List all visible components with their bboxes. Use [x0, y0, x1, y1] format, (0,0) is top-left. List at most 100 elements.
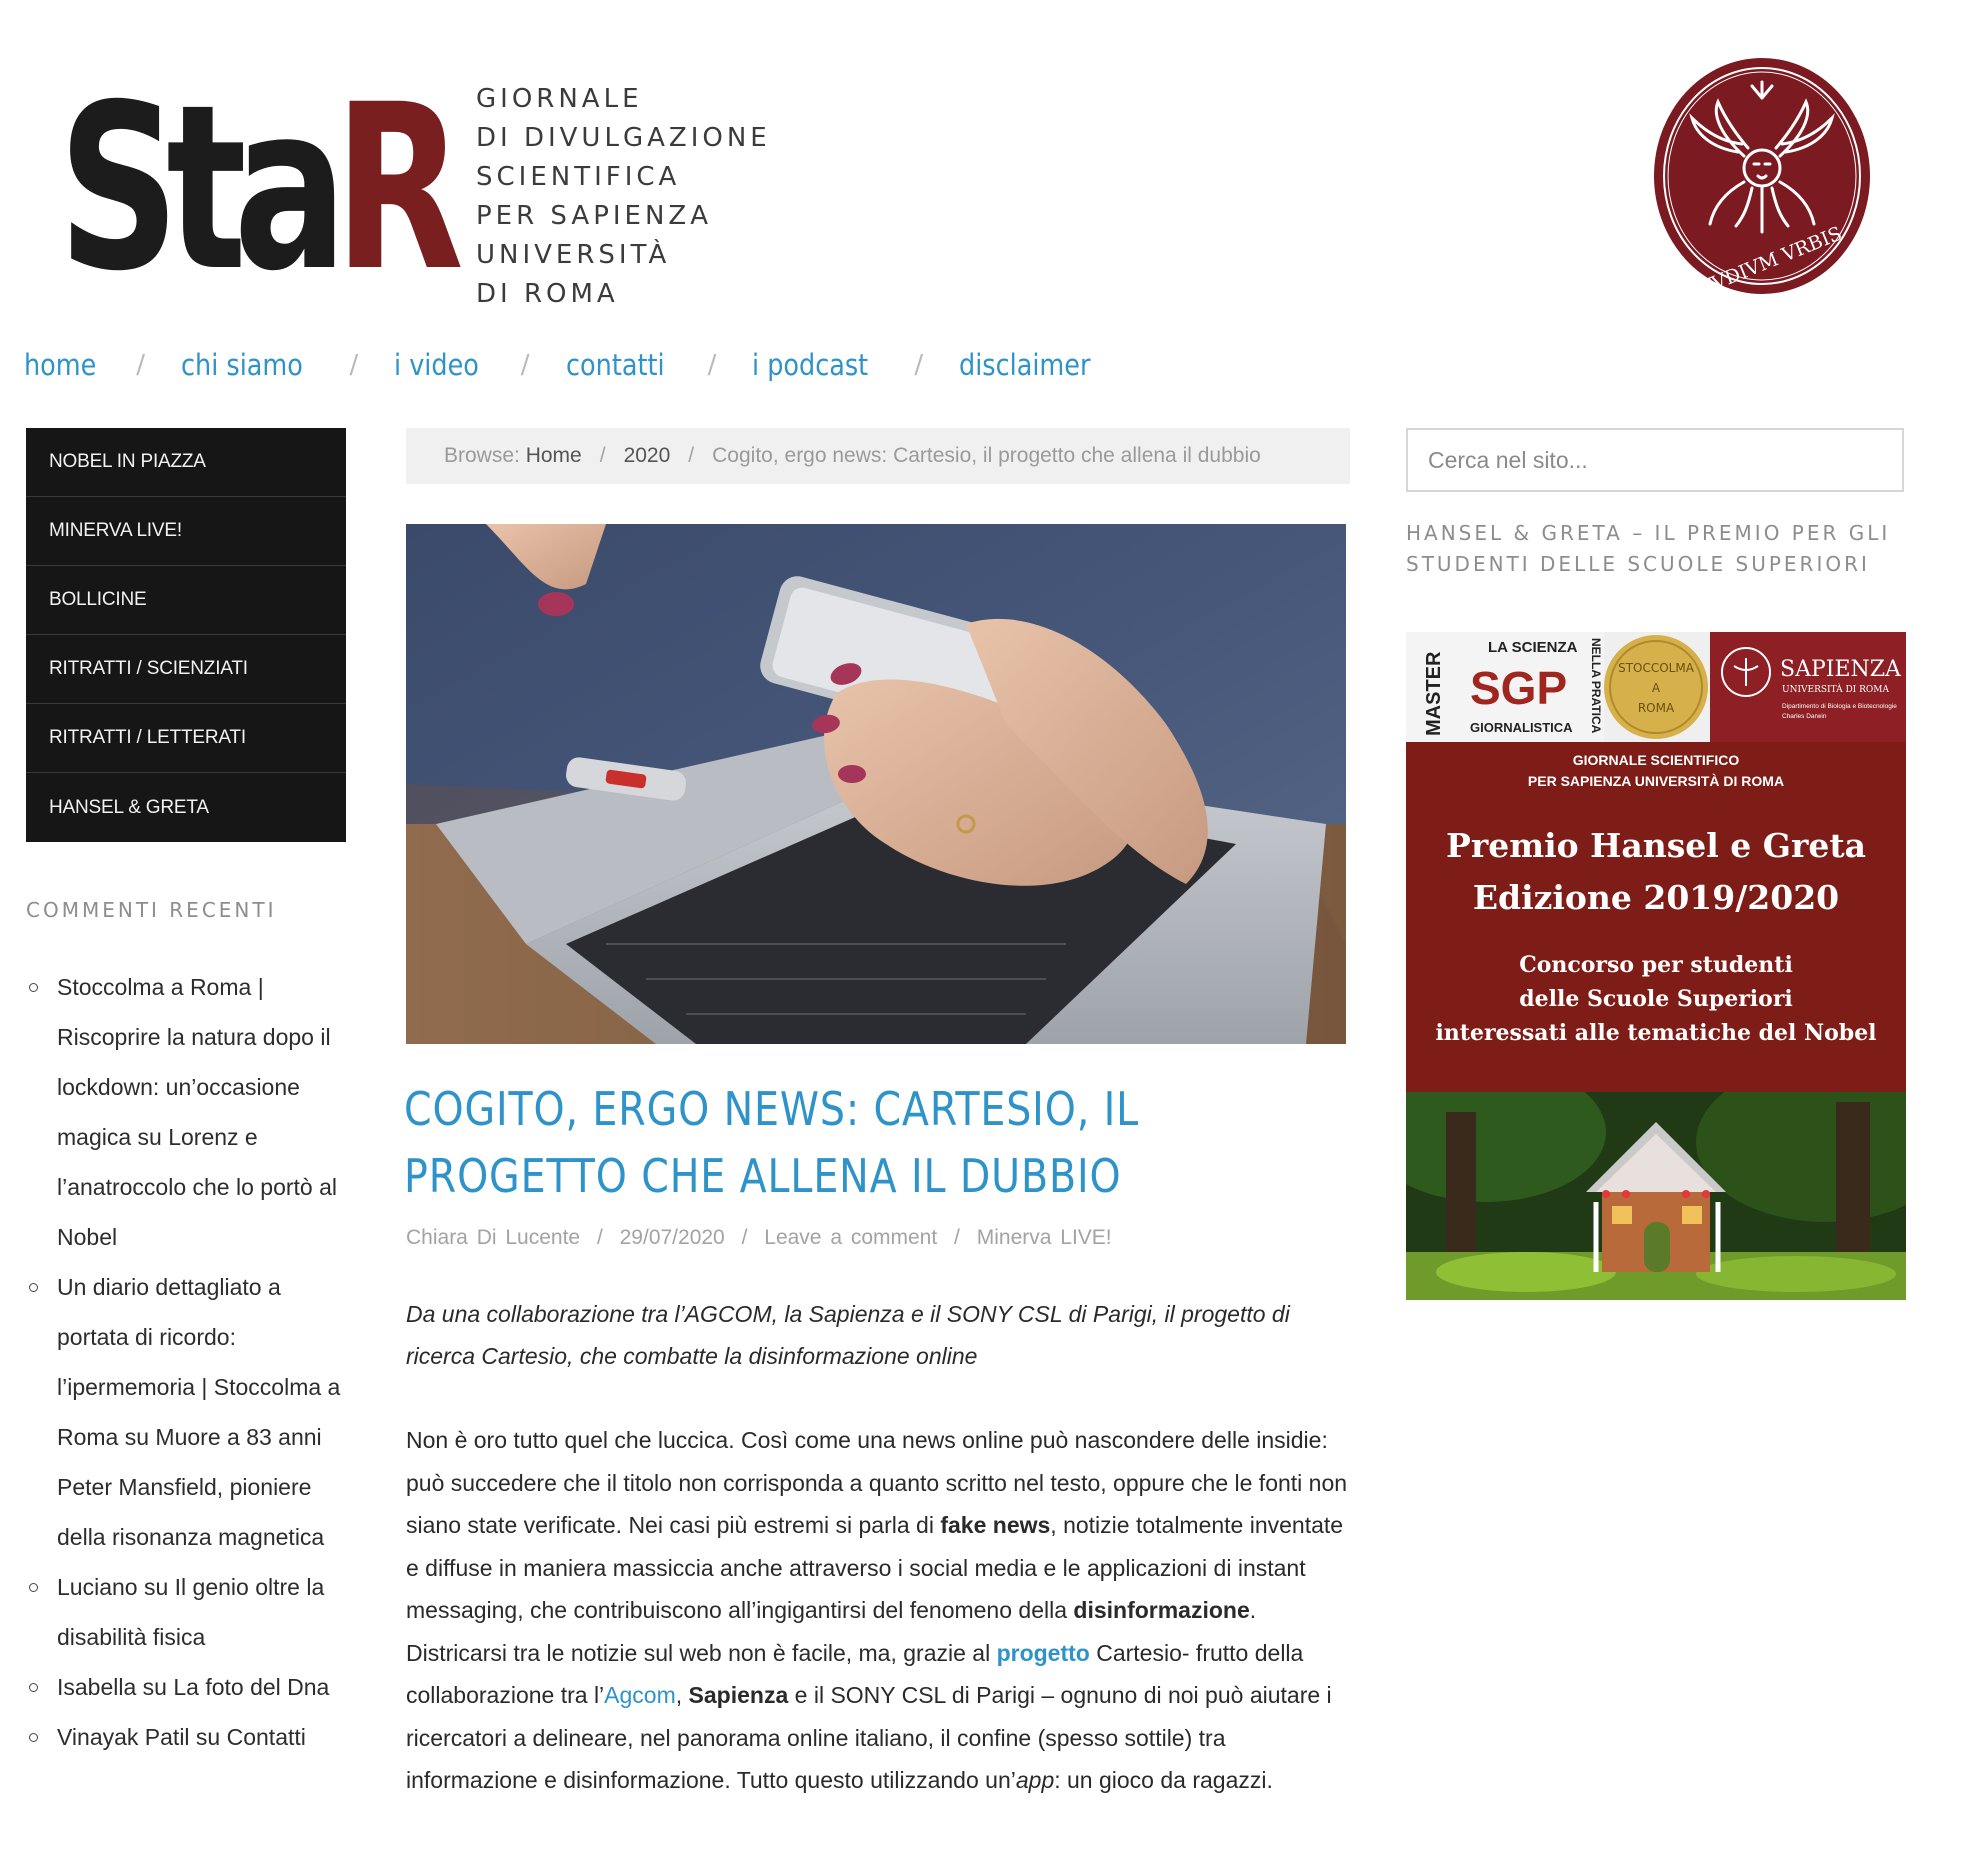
bullet-icon [29, 1733, 38, 1742]
breadcrumb-separator: / [599, 444, 606, 467]
meta-separator: / [954, 1226, 960, 1249]
site-logo[interactable]: StaR [58, 68, 464, 308]
banner-medal-line1: STOCCOLMA [1618, 661, 1695, 675]
article-category-link[interactable]: Minerva LIVE! [977, 1226, 1112, 1249]
banner-giornale-line2: PER SAPIENZA UNIVERSITÀ DI ROMA [1527, 773, 1785, 789]
category-menu: NOBEL IN PIAZZA MINERVA LIVE! BOLLICINE … [26, 428, 346, 842]
bullet-icon [29, 983, 38, 992]
nav-separator: / [136, 350, 145, 380]
main-navigation: home / chi siamo / i video / contatti / … [24, 340, 1109, 390]
article-date[interactable]: 29/07/2020 [620, 1226, 725, 1249]
recent-comment-text[interactable]: Un diario dettagliato a portata di ricor… [57, 1274, 340, 1550]
nav-chi-siamo[interactable]: chi siamo [181, 348, 303, 382]
tagline-line: DI DIVULGAZIONE [476, 123, 771, 153]
category-item-minerva-live[interactable]: MINERVA LIVE! [26, 497, 346, 566]
banner-title-line2: Edizione 2019/2020 [1472, 878, 1840, 917]
category-item-bollicine[interactable]: BOLLICINE [26, 566, 346, 635]
recent-comment-text[interactable]: Luciano su Il genio oltre la disabilità … [57, 1574, 324, 1650]
hansel-greta-banner[interactable]: MASTER LA SCIENZA SGP GIORNALISTICA NELL… [1406, 632, 1906, 1300]
logo-wordmark: StaR [58, 68, 464, 308]
site-search-input[interactable] [1406, 428, 1904, 492]
banner-la-scienza-label: LA SCIENZA [1488, 639, 1578, 656]
banner-sgp-label: SGP [1470, 662, 1567, 714]
banner-giornale-line1: GIORNALE SCIENTIFICO [1572, 752, 1740, 768]
body-italic-app: app [1015, 1767, 1055, 1793]
logo-last-letter: R [334, 55, 464, 321]
recent-comments-list: Stoccolma a Roma | Riscoprire la natura … [26, 962, 348, 1762]
recent-comment-text[interactable]: Vinayak Patil su Contatti [57, 1724, 306, 1750]
article-title-text: COGITO, ERGO NEWS: CARTESIO, IL PROGETTO… [404, 1082, 1140, 1203]
banner-caption-line2: delle Scuole Superiori [1519, 986, 1793, 1012]
bullet-icon [29, 1683, 38, 1692]
tagline-line: GIORNALE [476, 84, 643, 114]
body-bold-fake-news: fake news [940, 1512, 1051, 1538]
banner-sapienza-dept2: Charles Darwin [1782, 713, 1827, 720]
progetto-link[interactable]: progetto [997, 1640, 1090, 1666]
nav-home[interactable]: home [24, 348, 96, 382]
banner-giornalistica-label: GIORNALISTICA [1470, 720, 1573, 735]
recent-comment-item[interactable]: Stoccolma a Roma | Riscoprire la natura … [26, 962, 348, 1262]
nav-disclaimer[interactable]: disclaimer [959, 348, 1090, 382]
banner-caption-line3: interessati alle tematiche del Nobel [1435, 1020, 1877, 1046]
hansel-greta-widget-title: HANSEL & GRETA – IL PREMIO PER GLI STUDE… [1406, 521, 1891, 576]
meta-separator: / [596, 1226, 603, 1249]
body-text: : un gioco da ragazzi. [1054, 1767, 1273, 1793]
banner-logos: MASTER LA SCIENZA SGP GIORNALISTICA NELL… [1406, 632, 1906, 742]
body-text: , [675, 1682, 689, 1708]
article-hero-image [406, 524, 1346, 1044]
logo-letters: Sta [58, 55, 347, 321]
recent-comment-text[interactable]: Isabella su La foto del Dna [57, 1674, 329, 1700]
bullet-icon [29, 1283, 38, 1292]
site-tagline: GIORNALE DI DIVULGAZIONE SCIENTIFICA PER… [476, 80, 771, 314]
tagline-line: SCIENTIFICA [476, 162, 681, 192]
category-item-ritratti-letterati[interactable]: RITRATTI / LETTERATI [26, 704, 346, 773]
banner-gingerbread-house-illustration [1406, 1092, 1906, 1300]
body-bold-sapienza: Sapienza [688, 1682, 789, 1708]
meta-separator: / [741, 1226, 748, 1249]
tagline-line: PER SAPIENZA [476, 201, 713, 231]
tagline-line: DI ROMA [476, 279, 619, 309]
breadcrumb-year-link[interactable]: 2020 [624, 444, 671, 468]
breadcrumb-separator: / [688, 444, 695, 467]
category-item-nobel-in-piazza[interactable]: NOBEL IN PIAZZA [26, 428, 346, 497]
article-title: COGITO, ERGO NEWS: CARTESIO, IL PROGETTO… [404, 1076, 1212, 1210]
nav-separator: / [707, 350, 717, 380]
breadcrumb-current: Cogito, ergo news: Cartesio, il progetto… [712, 444, 1261, 467]
banner-caption-line1: Concorso per studenti [1519, 952, 1793, 978]
recent-comment-text[interactable]: Stoccolma a Roma | Riscoprire la natura … [57, 974, 337, 1250]
article-meta: Chiara Di Lucente / 29/07/2020 / Leave a… [406, 1226, 1112, 1250]
recent-comment-item[interactable]: Luciano su Il genio oltre la disabilità … [26, 1562, 348, 1662]
banner-medal-line3: ROMA [1638, 701, 1675, 715]
leave-comment-link[interactable]: Leave a comment [764, 1226, 937, 1249]
nav-i-video[interactable]: i video [394, 348, 479, 382]
breadcrumb-prefix: Browse: [444, 444, 520, 467]
sapienza-seal-logo[interactable]: STVDIVM VRBIS [1652, 56, 1872, 296]
banner-title-line1: Premio Hansel e Greta [1446, 826, 1866, 865]
recent-comment-item[interactable]: Vinayak Patil su Contatti [26, 1712, 348, 1762]
nav-contatti[interactable]: contatti [566, 348, 665, 382]
body-bold-disinformazione: disinformazione [1073, 1597, 1250, 1623]
category-item-ritratti-scienziati[interactable]: RITRATTI / SCIENZIATI [26, 635, 346, 704]
nav-separator: / [349, 350, 359, 380]
bullet-icon [29, 1583, 38, 1592]
nav-separator: / [914, 350, 924, 380]
recent-comment-item[interactable]: Un diario dettagliato a portata di ricor… [26, 1262, 348, 1562]
banner-sapienza-name: SAPIENZA [1780, 657, 1902, 682]
agcom-link[interactable]: Agcom [604, 1682, 676, 1708]
banner-nella-pratica-label: NELLA PRATICA [1589, 638, 1603, 734]
banner-sapienza-dept1: Dipartimento di Biologia e Biotecnologie [1782, 703, 1897, 710]
tagline-line: UNIVERSITÀ [476, 240, 671, 270]
article-lead: Da una collaborazione tra l’AGCOM, la Sa… [406, 1301, 1290, 1369]
banner-sapienza-sub: UNIVERSITÀ DI ROMA [1782, 683, 1889, 695]
recent-comment-item[interactable]: Isabella su La foto del Dna [26, 1662, 348, 1712]
breadcrumb: Browse: Home / 2020 / Cogito, ergo news:… [406, 428, 1350, 484]
article-author-link[interactable]: Chiara Di Lucente [406, 1226, 580, 1249]
breadcrumb-home-link[interactable]: Home [526, 444, 582, 468]
banner-master-label: MASTER [1423, 651, 1445, 736]
nav-i-podcast[interactable]: i podcast [752, 348, 868, 382]
banner-medal-line2: A [1652, 681, 1661, 695]
recent-comments-title: COMMENTI RECENTI [26, 898, 277, 922]
article-body: Non è oro tutto quel che luccica. Così c… [406, 1419, 1350, 1802]
logo-text: StaR [58, 55, 464, 321]
category-item-hansel-greta[interactable]: HANSEL & GRETA [26, 773, 346, 842]
